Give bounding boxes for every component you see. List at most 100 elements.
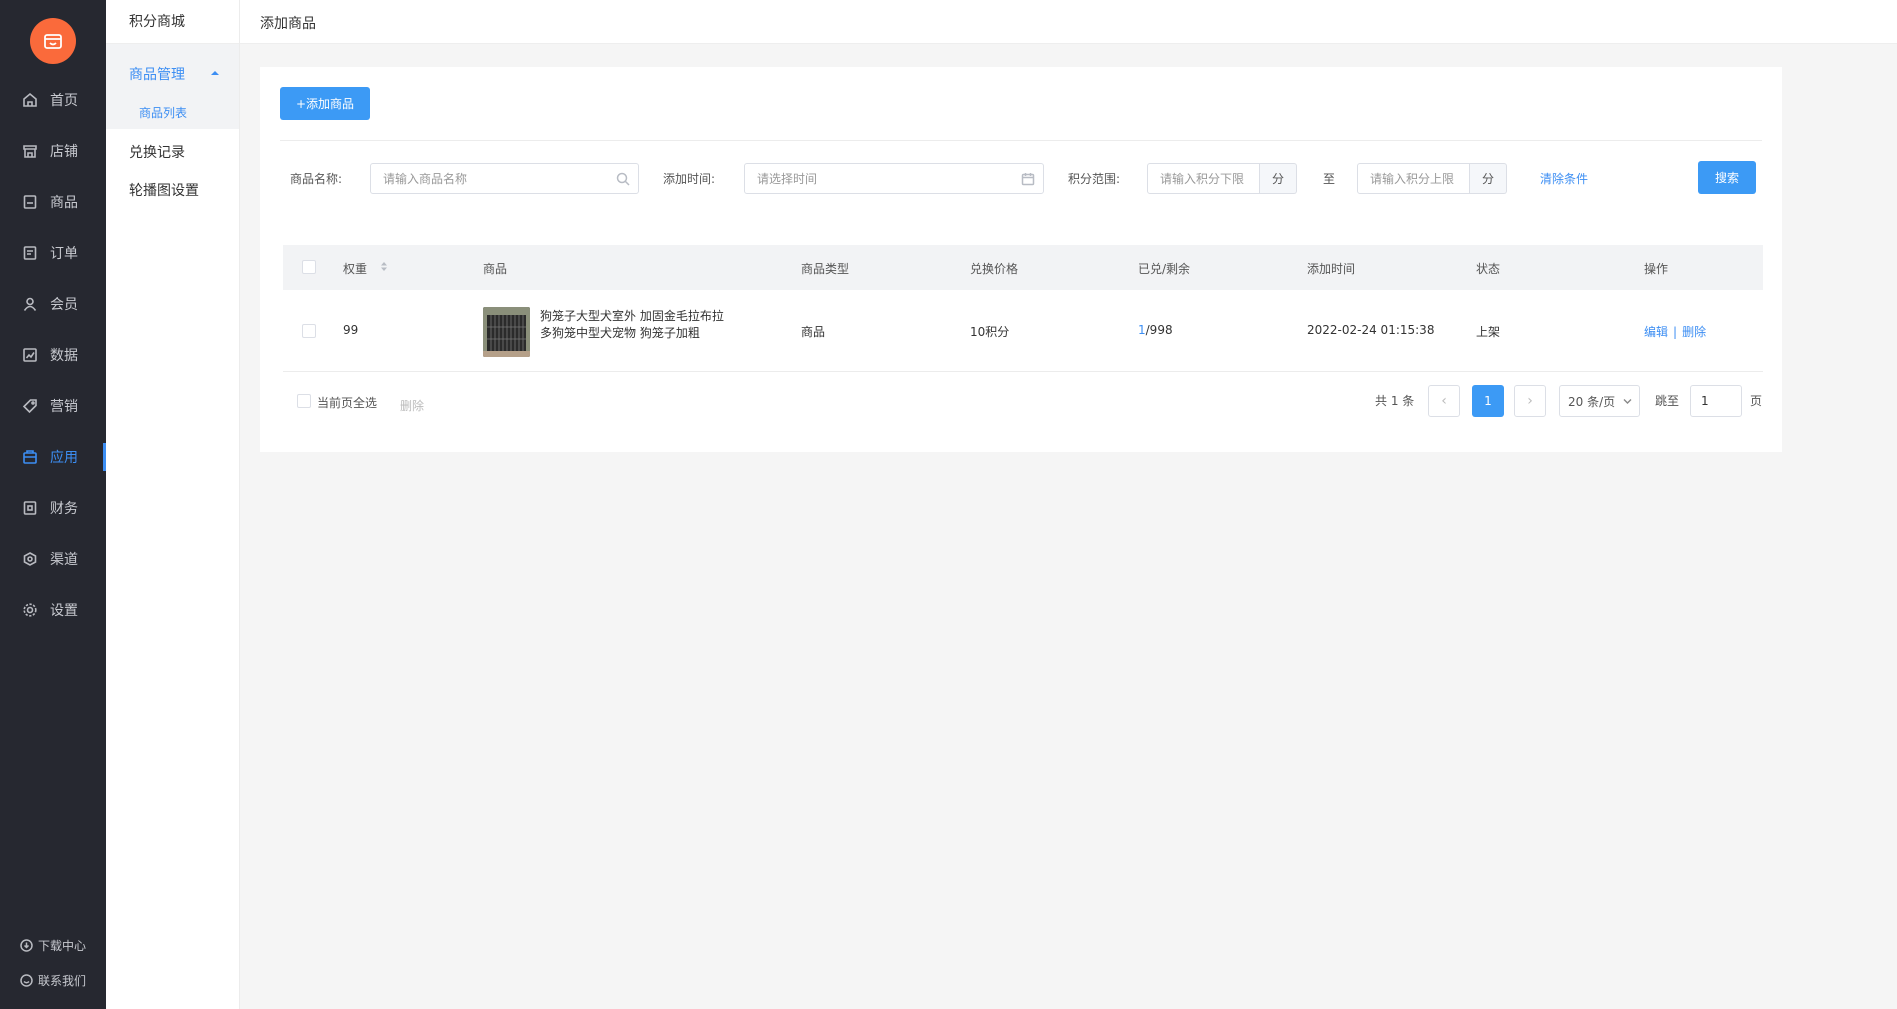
- subnav-item-banner-settings[interactable]: 轮播图设置: [129, 180, 199, 200]
- nav-settings[interactable]: 设置: [0, 590, 106, 630]
- chevron-down-icon: [1623, 399, 1632, 404]
- col-type: 商品类型: [801, 262, 850, 276]
- row-actions: 编辑 | 删除: [1644, 323, 1706, 340]
- sort-icon[interactable]: [380, 260, 388, 273]
- search-button[interactable]: 搜索: [1698, 161, 1756, 194]
- points-max-placeholder: 请输入积分上限: [1370, 172, 1455, 186]
- nav-member[interactable]: 会员: [0, 284, 106, 324]
- col-weight[interactable]: 权重: [343, 260, 367, 277]
- top-bar: 添加商品: [240, 0, 1897, 44]
- row-weight: 99: [343, 323, 359, 337]
- nav-store-label: 店铺: [50, 144, 78, 160]
- col-actions: 操作: [1644, 262, 1669, 276]
- clear-filters-link[interactable]: 清除条件: [1540, 170, 1588, 187]
- remaining-count: /998: [1145, 323, 1173, 337]
- points-min-unit: 分: [1260, 163, 1297, 194]
- contact-us[interactable]: 联系我们: [0, 972, 106, 989]
- download-center-label: 下载中心: [38, 939, 87, 953]
- subnav-item-redeem-records[interactable]: 兑换记录: [129, 142, 185, 162]
- nav-finance-label: 财务: [50, 501, 78, 517]
- nav-home[interactable]: 首页: [0, 80, 106, 120]
- breadcrumb: 添加商品: [260, 16, 316, 32]
- nav-marketing[interactable]: 营销: [0, 386, 106, 426]
- row-price: 10积分: [970, 325, 1010, 339]
- col-product: 商品: [483, 262, 508, 276]
- bulk-delete-button[interactable]: 删除: [400, 397, 424, 414]
- points-max-input[interactable]: 请输入积分上限: [1357, 163, 1470, 194]
- nav-home-label: 首页: [50, 93, 78, 109]
- row-added: 2022-02-24 01:15:38: [1307, 323, 1435, 337]
- add-time-placeholder: 请选择时间: [757, 172, 818, 186]
- row-checkbox[interactable]: [302, 324, 316, 338]
- prev-page-button[interactable]: ‹: [1428, 385, 1460, 417]
- finance-icon: [23, 501, 37, 515]
- select-all-checkbox[interactable]: [297, 394, 311, 408]
- nav-goods-label: 商品: [50, 195, 78, 211]
- dog-cage-image: [483, 307, 530, 357]
- logo[interactable]: [30, 18, 76, 64]
- tag-icon: [22, 399, 37, 414]
- page-size-select[interactable]: 20 条/页: [1559, 385, 1640, 417]
- points-range-label: 积分范围:: [1068, 172, 1121, 186]
- total-count: 共 1 条: [1375, 394, 1415, 408]
- contact-us-label: 联系我们: [38, 974, 87, 988]
- edit-link[interactable]: 编辑: [1644, 325, 1668, 339]
- product-name-label: 商品名称:: [290, 172, 343, 186]
- download-center[interactable]: 下载中心: [0, 937, 106, 954]
- redeemed-count[interactable]: 1: [1138, 323, 1146, 337]
- action-separator: |: [1673, 325, 1678, 339]
- subnav-item-goods-list[interactable]: 商品列表: [139, 104, 187, 121]
- contact-icon: [20, 974, 33, 987]
- jump-label: 跳至: [1655, 394, 1680, 408]
- nav-app-label: 应用: [50, 450, 78, 466]
- jump-page-input[interactable]: 1: [1690, 385, 1742, 417]
- add-time-label: 添加时间:: [663, 172, 716, 186]
- add-time-picker[interactable]: 请选择时间: [744, 163, 1044, 194]
- next-page-button[interactable]: ›: [1514, 385, 1546, 417]
- divider: [280, 140, 1762, 141]
- nav-store[interactable]: 店铺: [0, 131, 106, 171]
- product-name[interactable]: 狗笼子大型犬室外 加固金毛拉布拉多狗笼中型犬宠物 狗笼子加粗: [540, 308, 735, 342]
- goods-icon: [23, 195, 37, 209]
- col-price: 兑换价格: [970, 262, 1019, 276]
- row-type: 商品: [801, 325, 826, 339]
- points-min-input[interactable]: 请输入积分下限: [1147, 163, 1260, 194]
- row-status: 上架: [1476, 325, 1501, 339]
- nav-goods[interactable]: 商品: [0, 182, 106, 222]
- member-icon: [23, 297, 37, 311]
- nav-order[interactable]: 订单: [0, 233, 106, 273]
- col-status: 状态: [1476, 262, 1501, 276]
- calendar-icon: [1021, 173, 1035, 186]
- product-name-placeholder: 请输入商品名称: [383, 172, 468, 186]
- page-1-button[interactable]: 1: [1472, 385, 1504, 417]
- order-icon: [23, 246, 37, 260]
- table-header: 权重 商品 商品类型 兑换价格 已兑/剩余 添加时间 状态 操作: [283, 245, 1763, 290]
- nav-marketing-label: 营销: [50, 399, 78, 415]
- subnav-group-goods: 商品管理 商品列表: [106, 44, 239, 129]
- select-all-label[interactable]: 当前页全选: [317, 394, 377, 411]
- search-icon: [616, 172, 630, 186]
- nav-app[interactable]: 应用: [0, 437, 106, 477]
- subnav-group-head[interactable]: 商品管理: [129, 64, 185, 84]
- product-thumbnail[interactable]: [483, 307, 530, 357]
- main-sidebar: 首页 店铺 商品 订单 会员 数据 营销 应用 财务 渠道 设置 下载中心 联系…: [0, 0, 106, 1009]
- channel-icon: [23, 552, 37, 566]
- nav-data[interactable]: 数据: [0, 335, 106, 375]
- subnav-title: 积分商城: [106, 0, 239, 44]
- product-name-input[interactable]: 请输入商品名称: [370, 163, 639, 194]
- nav-channel-label: 渠道: [50, 552, 78, 568]
- nav-finance[interactable]: 财务: [0, 488, 106, 528]
- caret-up-icon[interactable]: [211, 71, 219, 75]
- delete-link[interactable]: 删除: [1682, 325, 1706, 339]
- nav-channel[interactable]: 渠道: [0, 539, 106, 579]
- add-product-button[interactable]: +添加商品: [280, 87, 370, 120]
- points-max-unit: 分: [1470, 163, 1507, 194]
- nav-data-label: 数据: [50, 348, 78, 364]
- table-row: 99 狗笼子大型犬室外 加固金毛拉布拉多狗笼中型犬宠物 狗笼子加粗 商品 10积…: [283, 290, 1763, 372]
- header-checkbox[interactable]: [302, 260, 316, 274]
- page-size-value: 20 条/页: [1568, 394, 1616, 409]
- chart-icon: [23, 348, 37, 362]
- nav-order-label: 订单: [50, 246, 78, 262]
- range-separator: 至: [1323, 172, 1336, 186]
- page-unit-label: 页: [1750, 394, 1763, 408]
